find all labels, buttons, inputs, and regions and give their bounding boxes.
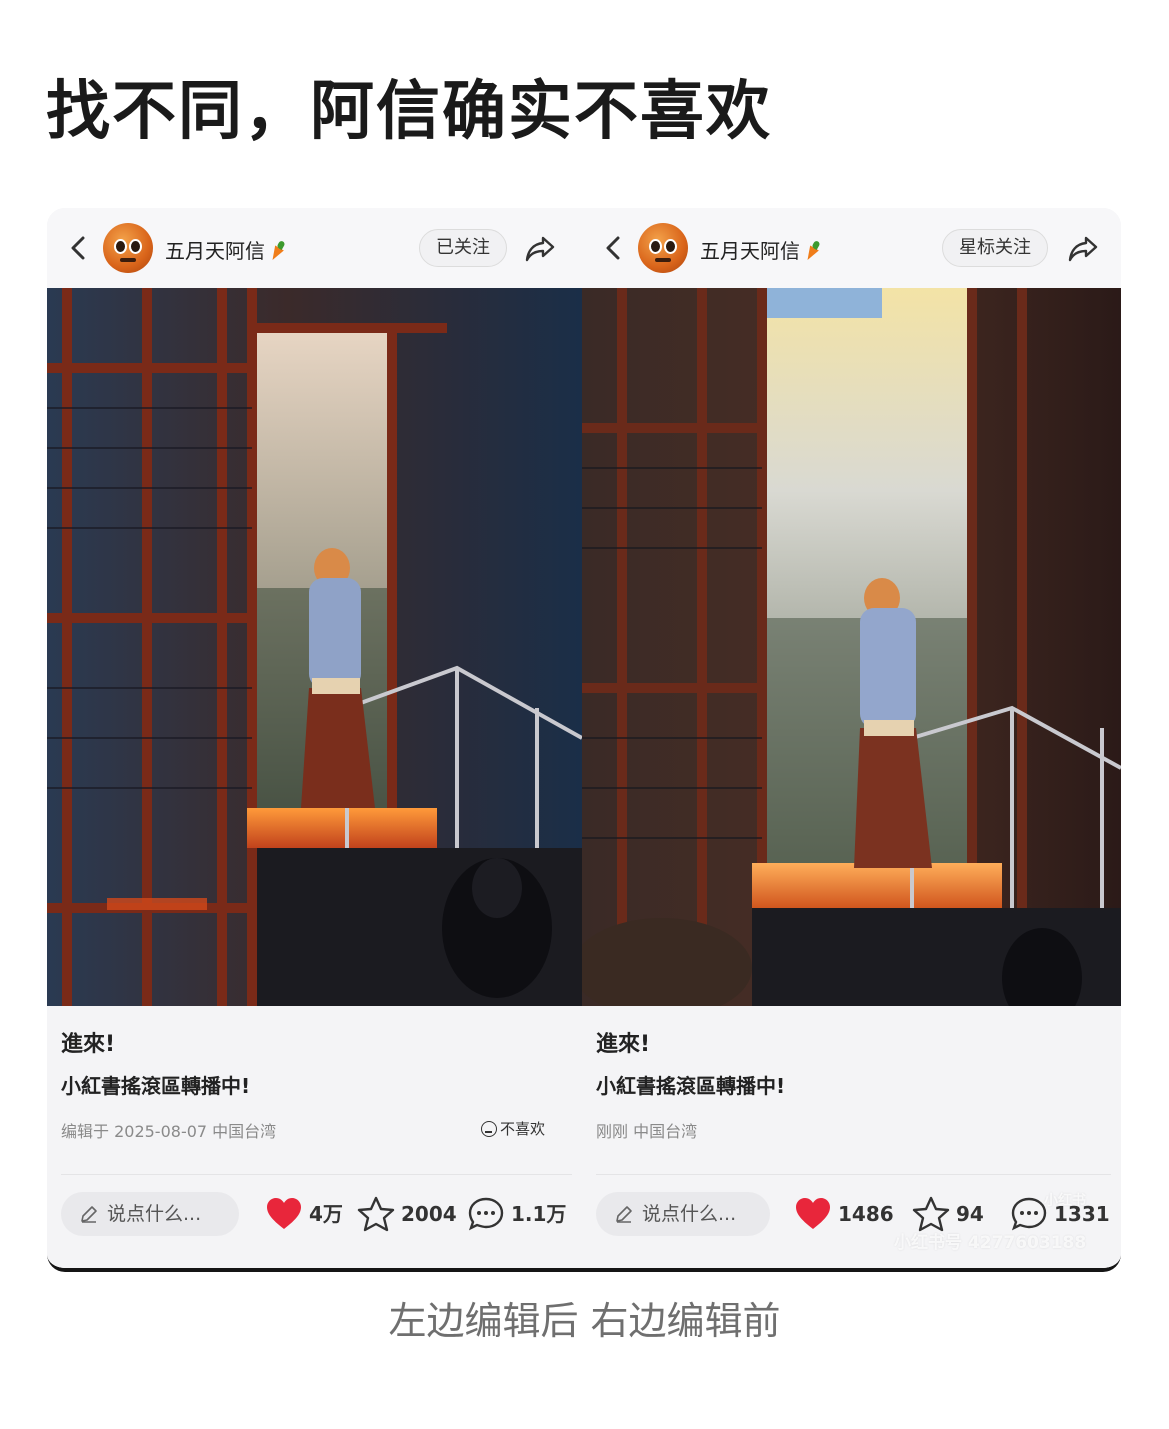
dislike-label: 不喜欢 bbox=[500, 1120, 546, 1138]
comment-input[interactable]: 说点什么... bbox=[596, 1192, 770, 1236]
like-stat[interactable]: 4万 bbox=[265, 1196, 345, 1232]
dislike-button[interactable]: 不喜欢 bbox=[481, 1118, 545, 1139]
post-panel-left: 五月天阿信 已关注 進來! 小紅書搖滾區轉播中! 编辑于 2025-08-07 … bbox=[47, 208, 582, 1268]
star-icon bbox=[912, 1196, 950, 1232]
star-stat[interactable]: 2004 bbox=[357, 1196, 457, 1232]
post-header: 五月天阿信 已关注 bbox=[47, 208, 582, 288]
post-header: 五月天阿信 星标关注 bbox=[582, 208, 1121, 288]
back-arrow-icon[interactable] bbox=[65, 232, 93, 264]
follow-button[interactable]: 已关注 bbox=[419, 229, 507, 267]
username[interactable]: 五月天阿信 bbox=[700, 235, 820, 264]
divider bbox=[61, 1174, 572, 1175]
post-title: 進來! bbox=[61, 1032, 116, 1057]
username[interactable]: 五月天阿信 bbox=[165, 235, 285, 264]
page-headline: 找不同，阿信确实不喜欢 bbox=[46, 75, 772, 149]
post-meta: 刚刚 中国台湾 bbox=[596, 1122, 698, 1141]
comment-count: 1.1万 bbox=[511, 1202, 567, 1226]
concert-photo[interactable] bbox=[582, 288, 1121, 1006]
pencil-icon bbox=[81, 1206, 97, 1223]
post-body: 小紅書搖滾區轉播中! bbox=[596, 1074, 786, 1098]
avatar[interactable] bbox=[638, 223, 688, 273]
like-stat[interactable]: 1486 bbox=[794, 1196, 894, 1232]
carrot-icon bbox=[269, 241, 285, 261]
post-panel-right: 五月天阿信 星标关注 進來! 小紅書搖滾區轉播中! 刚刚 中国台湾 说点什么..… bbox=[582, 208, 1121, 1268]
watermark-logo: 小红书 bbox=[1044, 1193, 1086, 1209]
post-title: 進來! bbox=[596, 1032, 651, 1057]
dislike-face-icon bbox=[481, 1121, 497, 1137]
star-stat[interactable]: 94 bbox=[912, 1196, 992, 1232]
heart-icon bbox=[267, 1198, 301, 1229]
star-count: 94 bbox=[956, 1202, 984, 1226]
pencil-icon bbox=[616, 1206, 632, 1223]
screenshot-comparison: 五月天阿信 已关注 進來! 小紅書搖滾區轉播中! 编辑于 2025-08-07 … bbox=[47, 208, 1121, 1272]
comment-input[interactable]: 说点什么... bbox=[61, 1192, 239, 1236]
comment-bubble-icon bbox=[1011, 1197, 1047, 1231]
like-count: 1486 bbox=[838, 1202, 894, 1226]
post-content: 進來! 小紅書搖滾區轉播中! 刚刚 中国台湾 说点什么... 1486 94 1… bbox=[582, 1006, 1121, 1268]
heart-icon bbox=[796, 1198, 830, 1229]
share-icon[interactable] bbox=[1066, 232, 1100, 264]
star-icon bbox=[357, 1196, 395, 1232]
carrot-icon bbox=[804, 241, 820, 261]
avatar[interactable] bbox=[103, 223, 153, 273]
like-count: 4万 bbox=[309, 1202, 343, 1226]
comment-placeholder: 说点什么... bbox=[107, 1203, 202, 1225]
post-content: 進來! 小紅書搖滾區轉播中! 编辑于 2025-08-07 中国台湾 不喜欢 说… bbox=[47, 1006, 582, 1268]
back-arrow-icon[interactable] bbox=[600, 232, 628, 264]
comment-stat[interactable]: 1.1万 bbox=[467, 1196, 567, 1232]
comment-placeholder: 说点什么... bbox=[642, 1203, 737, 1225]
concert-photo[interactable] bbox=[47, 288, 582, 1006]
watermark-id: 小红书号 4277603188 bbox=[894, 1233, 1087, 1253]
bottom-caption: 左边编辑后 右边编辑前 bbox=[388, 1299, 781, 1343]
star-follow-button[interactable]: 星标关注 bbox=[942, 229, 1048, 267]
comment-bubble-icon bbox=[468, 1197, 504, 1231]
divider bbox=[596, 1174, 1111, 1175]
post-meta: 编辑于 2025-08-07 中国台湾 bbox=[61, 1122, 277, 1141]
star-count: 2004 bbox=[401, 1202, 457, 1226]
share-icon[interactable] bbox=[523, 232, 557, 264]
post-body: 小紅書搖滾區轉播中! bbox=[61, 1074, 251, 1098]
